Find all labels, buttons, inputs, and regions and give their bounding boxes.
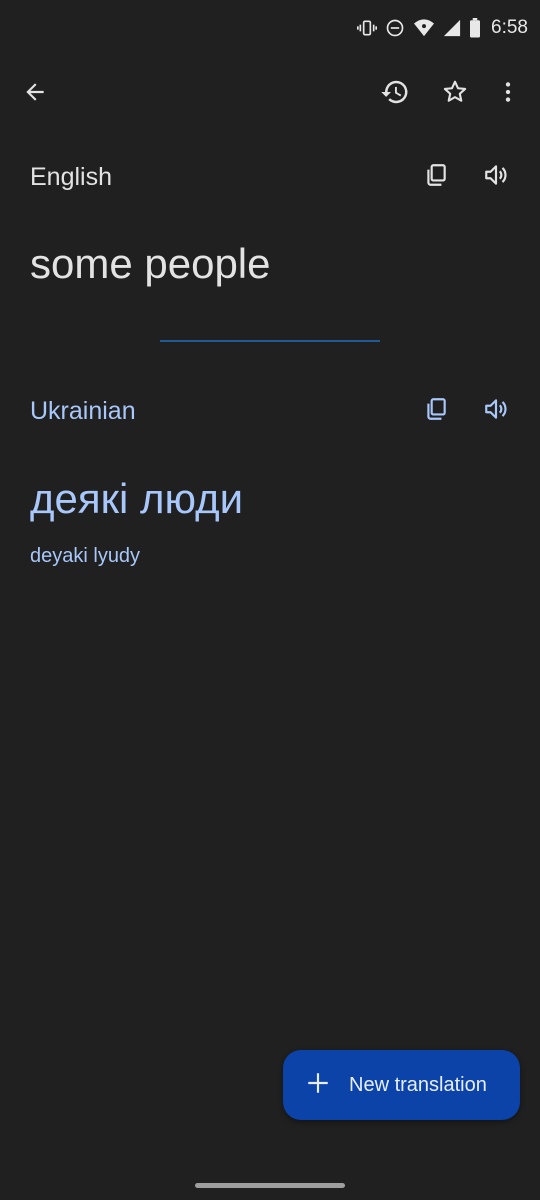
source-copy-button[interactable]: [412, 153, 460, 201]
target-text: деякі люди: [30, 475, 244, 522]
arrow-back-icon: [22, 79, 48, 105]
toolbar: [0, 62, 540, 122]
transliteration-text: deyaki lyudy: [30, 545, 141, 567]
do-not-disturb-icon: [385, 18, 405, 38]
plus-icon: [305, 1070, 331, 1101]
target-language-label: Ukrainian: [30, 396, 136, 425]
status-icons: 6:58: [357, 17, 528, 39]
battery-icon: [469, 18, 481, 38]
wifi-icon: [413, 18, 435, 38]
home-indicator[interactable]: [195, 1183, 345, 1188]
source-text[interactable]: some people: [30, 240, 271, 288]
signal-icon: [443, 19, 461, 37]
history-button[interactable]: [371, 68, 419, 116]
more-vert-icon: [495, 79, 521, 105]
new-translation-label: New translation: [349, 1073, 487, 1096]
source-language-label: English: [30, 162, 112, 191]
new-translation-button[interactable]: New translation: [283, 1050, 520, 1120]
target-language-row: Ukrainian: [30, 391, 520, 431]
history-icon: [380, 77, 410, 107]
divider: [160, 340, 380, 342]
star-outline-icon: [441, 78, 469, 106]
more-options-button[interactable]: [484, 68, 532, 116]
target-actions: [400, 391, 520, 431]
target-speak-button[interactable]: [472, 387, 520, 435]
volume-icon: [483, 162, 509, 193]
source-language-row: English: [30, 157, 520, 197]
target-copy-button[interactable]: [412, 387, 460, 435]
back-button[interactable]: [11, 68, 59, 116]
clock: 6:58: [491, 17, 528, 38]
vibrate-icon: [357, 18, 378, 38]
volume-icon: [483, 396, 509, 427]
source-speak-button[interactable]: [472, 153, 520, 201]
status-bar: 6:58: [0, 0, 540, 62]
star-button[interactable]: [431, 68, 479, 116]
copy-icon: [423, 396, 449, 427]
source-actions: [400, 157, 520, 197]
translation-screen: 6:58 English some people Ukrainian деякі…: [0, 0, 540, 1200]
copy-icon: [423, 162, 449, 193]
